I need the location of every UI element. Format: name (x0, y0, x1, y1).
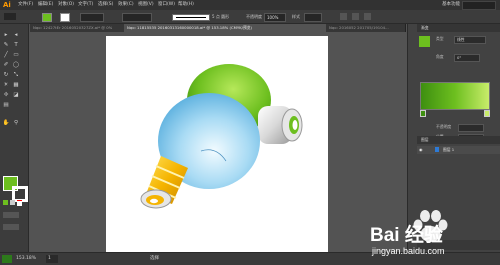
angle-value: 0° (457, 55, 462, 60)
selection-tool-icon[interactable]: ▸ (2, 32, 10, 39)
layers-panel-header: 图层 (417, 136, 500, 144)
status-logo-icon (2, 255, 12, 263)
workspace-switcher[interactable]: 基本功能 (442, 1, 460, 9)
gradient-type-select[interactable]: 线性 (454, 36, 486, 44)
drawing-mode-icon[interactable] (3, 212, 19, 218)
rectangle-tool-icon[interactable]: ▭ (12, 52, 20, 59)
tools-panel: ▸ ◂ ✎ T ╱ ▭ ✐ ◯ ↻ ⤡ ☀ ▦ ✢ ◪ ▤ ✋ ⚲ (0, 24, 29, 252)
menu-object[interactable]: 对象(O) (58, 1, 74, 9)
style-label: 样式 (292, 14, 300, 19)
color-mode-icon[interactable] (3, 200, 8, 205)
watermark-brand: Bai 经验 (370, 225, 443, 246)
variable-width-select[interactable] (122, 13, 152, 22)
stroke-size-label: 5 点 圆形 (212, 14, 230, 19)
tab-document-1[interactable]: Nqo: 12427tEr 20160520327ZX.ai* @ 0% (30, 24, 129, 32)
screen-mode-icon[interactable] (3, 224, 19, 230)
gradient-stop-left[interactable] (420, 110, 426, 117)
app-logo: Ai (3, 1, 11, 9)
visibility-eye-icon[interactable]: ◉ (419, 147, 424, 152)
lightbulb-artwork (140, 64, 303, 209)
green-bulb-socket (258, 106, 303, 144)
control-bar: 5 点 圆形 不透明度 100% 样式 (0, 10, 500, 24)
zoom-level[interactable]: 153.18% (16, 255, 36, 263)
selection-indicator (4, 13, 16, 20)
gradient-opacity-label: 不透明度 (436, 124, 452, 129)
pencil-tool-icon[interactable]: ✐ (2, 62, 10, 69)
gradient-panel-header: 渐变 (417, 24, 500, 32)
gradient-preview-swatch[interactable] (419, 36, 430, 47)
watermark-url: jingyan.baidu.com (372, 246, 445, 256)
transform-icon[interactable] (352, 13, 359, 20)
gradient-opacity-field[interactable] (458, 124, 484, 132)
graph-tool-icon[interactable]: ▤ (2, 102, 10, 109)
artboard[interactable] (106, 36, 328, 252)
zoom-tool-icon[interactable]: ⚲ (12, 120, 20, 127)
style-select[interactable] (304, 13, 322, 22)
warp-tool-icon[interactable]: ☀ (2, 82, 10, 89)
search-input[interactable] (462, 1, 496, 10)
pen-tool-icon[interactable]: ✎ (2, 42, 10, 49)
opacity-value: 100% (267, 15, 279, 20)
tab-document-3[interactable]: Nqo: 2016052 201705/19104... (326, 24, 406, 32)
eraser-tool-icon[interactable]: ◯ (12, 62, 20, 69)
menu-effect[interactable]: 效果(C) (118, 1, 134, 9)
tab-gradient[interactable]: 渐变 (421, 24, 429, 32)
menu-select[interactable]: 选择(S) (98, 1, 113, 9)
direct-selection-tool-icon[interactable]: ◂ (12, 32, 20, 39)
menu-window[interactable]: 窗口(W) (158, 1, 175, 9)
align-icon[interactable] (340, 13, 347, 20)
gradient-type-label: 类型 (436, 36, 444, 41)
artboard-number[interactable]: 1 (46, 255, 58, 263)
gradient-slider[interactable] (420, 82, 490, 110)
opacity-label: 不透明度 (246, 14, 262, 19)
layer-color-chip (435, 147, 439, 152)
menu-help[interactable]: 帮助(H) (178, 1, 194, 9)
stroke-swatch[interactable] (60, 13, 70, 22)
tab-layers[interactable]: 图层 (421, 136, 429, 144)
menu-file[interactable]: 文件(F) (18, 1, 33, 9)
gradient-mode-icon[interactable] (10, 200, 15, 205)
gradient-type-value: 线性 (457, 37, 465, 42)
gradient-tool-icon[interactable]: ◪ (12, 92, 20, 99)
gradient-stop-right[interactable] (484, 110, 490, 117)
fill-swatch[interactable] (42, 13, 52, 22)
hand-tool-icon[interactable]: ✋ (2, 120, 10, 127)
tab-document-active[interactable]: Nqo: 11815535 20160313160000018.ai* @ 15… (124, 24, 331, 32)
brush-definition-select[interactable] (172, 14, 210, 21)
line-tool-icon[interactable]: ╱ (2, 52, 10, 59)
menu-view[interactable]: 视图(V) (138, 1, 154, 9)
angle-label: 角度 (436, 54, 444, 59)
type-tool-icon[interactable]: T (12, 42, 20, 49)
opacity-field[interactable]: 100% (264, 13, 286, 22)
rotate-tool-icon[interactable]: ↻ (2, 72, 10, 79)
current-tool-status: 选择 (150, 256, 159, 261)
arrange-icon[interactable] (364, 13, 371, 20)
none-mode-icon[interactable] (17, 200, 22, 206)
mesh-tool-icon[interactable]: ▦ (12, 82, 20, 89)
document-tabs: Nqo: 12427tEr 20160520327ZX.ai* @ 0% Nqo… (30, 24, 406, 32)
angle-field[interactable]: 0° (454, 54, 480, 62)
baidu-jingyan-watermark: Bai 经验 jingyan.baidu.com (360, 206, 490, 262)
layer-name: 图层 1 (443, 147, 455, 152)
menu-bar: Ai 文件(F) 编辑(E) 对象(O) 文字(T) 选择(S) 效果(C) 视… (0, 0, 500, 10)
stroke-weight-field[interactable] (80, 13, 104, 22)
scale-tool-icon[interactable]: ⤡ (12, 72, 20, 79)
menu-edit[interactable]: 编辑(E) (38, 1, 53, 9)
symbol-sprayer-tool-icon[interactable]: ✢ (2, 92, 10, 99)
layer-row[interactable]: ◉ 图层 1 (417, 146, 500, 154)
menu-type[interactable]: 文字(T) (78, 1, 93, 9)
